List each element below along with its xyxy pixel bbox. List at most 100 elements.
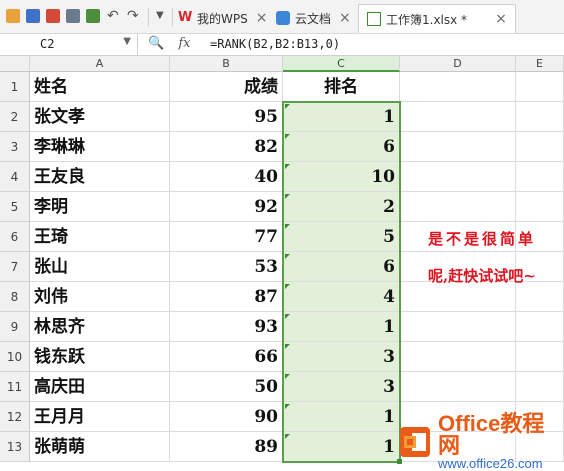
row-header[interactable]: 8 xyxy=(0,282,30,312)
row-header[interactable]: 7 xyxy=(0,252,30,282)
cell-name[interactable]: 张文孝 xyxy=(30,102,170,132)
cell-rank[interactable]: 3 xyxy=(283,372,400,402)
close-icon[interactable]: × xyxy=(495,11,507,27)
cell-rank[interactable]: 1 xyxy=(283,312,400,342)
cell-name[interactable]: 李琳琳 xyxy=(30,132,170,162)
cell-name[interactable]: 钱东跃 xyxy=(30,342,170,372)
cell-empty[interactable] xyxy=(516,342,564,372)
undo-icon[interactable]: ↶ xyxy=(107,9,121,23)
cell-name[interactable]: 高庆田 xyxy=(30,372,170,402)
cell-score[interactable]: 77 xyxy=(170,222,283,252)
row-header[interactable]: 11 xyxy=(0,372,30,402)
column-header-d[interactable]: D xyxy=(400,56,516,72)
cell-empty[interactable] xyxy=(516,282,564,312)
row-header[interactable]: 3 xyxy=(0,132,30,162)
chevron-down-icon[interactable]: ▼ xyxy=(123,36,131,47)
row-header[interactable]: 9 xyxy=(0,312,30,342)
tab-my-wps[interactable]: W 我的WPS × xyxy=(178,4,267,32)
cell-rank[interactable]: 1 xyxy=(283,432,400,462)
cell-empty[interactable] xyxy=(400,282,516,312)
row-header[interactable]: 2 xyxy=(0,102,30,132)
row-header[interactable]: 1 xyxy=(0,72,30,102)
column-header-b[interactable]: B xyxy=(170,56,283,72)
cell-value: 95 xyxy=(254,107,278,127)
select-all-corner[interactable] xyxy=(0,56,30,72)
formula-bar: C2 ▼ 🔍 fx =RANK(B2,B2:B13,0) xyxy=(0,34,564,56)
cell-score[interactable]: 87 xyxy=(170,282,283,312)
cell-score[interactable]: 50 xyxy=(170,372,283,402)
cell-rank[interactable]: 6 xyxy=(283,132,400,162)
print-icon[interactable] xyxy=(66,9,80,23)
header-cell-rank[interactable]: 排名 xyxy=(283,72,400,102)
cell-rank[interactable]: 5 xyxy=(283,222,400,252)
zoom-icon[interactable]: 🔍 xyxy=(148,36,164,51)
row-header[interactable]: 13 xyxy=(0,432,30,462)
cell-score[interactable]: 93 xyxy=(170,312,283,342)
row-header[interactable]: 4 xyxy=(0,162,30,192)
formula-input[interactable]: =RANK(B2,B2:B13,0) xyxy=(210,37,340,51)
cell-score[interactable]: 66 xyxy=(170,342,283,372)
export-pdf-icon[interactable] xyxy=(46,9,60,23)
cell-rank[interactable]: 1 xyxy=(283,102,400,132)
cell-score[interactable]: 40 xyxy=(170,162,283,192)
cell-score[interactable]: 90 xyxy=(170,402,283,432)
header-cell-name[interactable]: 姓名 xyxy=(30,72,170,102)
redo-icon[interactable]: ↷ xyxy=(127,9,141,23)
cell-score[interactable]: 82 xyxy=(170,132,283,162)
cell-empty[interactable] xyxy=(400,72,516,102)
cell-empty[interactable] xyxy=(400,192,516,222)
cell-name[interactable]: 王友良 xyxy=(30,162,170,192)
cell-score[interactable]: 89 xyxy=(170,432,283,462)
cell-empty[interactable] xyxy=(400,312,516,342)
row-header[interactable]: 6 xyxy=(0,222,30,252)
cell-empty[interactable] xyxy=(516,72,564,102)
fx-icon[interactable]: fx xyxy=(178,36,190,51)
cell-empty[interactable] xyxy=(516,192,564,222)
cell-empty[interactable] xyxy=(516,102,564,132)
cell-name[interactable]: 张山 xyxy=(30,252,170,282)
tab-cloud-doc[interactable]: 云文档 × xyxy=(276,4,351,32)
column-header-a[interactable]: A xyxy=(30,56,170,72)
cell-name[interactable]: 王月月 xyxy=(30,402,170,432)
header-cell-score[interactable]: 成绩 xyxy=(170,72,283,102)
cell-score[interactable]: 53 xyxy=(170,252,283,282)
column-header-c[interactable]: C xyxy=(283,56,400,72)
close-icon[interactable]: × xyxy=(256,10,268,26)
cell-rank[interactable]: 6 xyxy=(283,252,400,282)
chevron-down-icon[interactable]: ▼ xyxy=(156,9,170,23)
cell-rank[interactable]: 10 xyxy=(283,162,400,192)
row-header[interactable]: 10 xyxy=(0,342,30,372)
cell-score[interactable]: 92 xyxy=(170,192,283,222)
cell-name[interactable]: 李明 xyxy=(30,192,170,222)
cell-rank[interactable]: 1 xyxy=(283,402,400,432)
save-icon[interactable] xyxy=(26,9,40,23)
cell-empty[interactable] xyxy=(400,162,516,192)
app-menu-icon[interactable] xyxy=(6,9,20,23)
cell-empty[interactable] xyxy=(400,342,516,372)
close-icon[interactable]: × xyxy=(339,10,351,26)
print-preview-icon[interactable] xyxy=(86,9,100,23)
cell-value: 3 xyxy=(383,347,395,367)
cell-empty[interactable] xyxy=(516,312,564,342)
column-header-e[interactable]: E xyxy=(516,56,564,72)
cell-name[interactable]: 刘伟 xyxy=(30,282,170,312)
row-header[interactable]: 12 xyxy=(0,402,30,432)
cell-empty[interactable] xyxy=(400,372,516,402)
cell-value: 李明 xyxy=(34,197,68,217)
cell-empty[interactable] xyxy=(516,372,564,402)
tab-workbook[interactable]: 工作簿1.xlsx * × xyxy=(358,4,516,33)
cell-rank[interactable]: 2 xyxy=(283,192,400,222)
cell-name[interactable]: 张萌萌 xyxy=(30,432,170,462)
name-box[interactable]: C2 ▼ xyxy=(0,34,138,55)
cell-empty[interactable] xyxy=(400,132,516,162)
cell-score[interactable]: 95 xyxy=(170,102,283,132)
cell-name[interactable]: 林思齐 xyxy=(30,312,170,342)
cell-rank[interactable]: 4 xyxy=(283,282,400,312)
row-header[interactable]: 5 xyxy=(0,192,30,222)
cell-empty[interactable] xyxy=(516,132,564,162)
cell-name[interactable]: 王琦 xyxy=(30,222,170,252)
cell-value: 10 xyxy=(371,167,395,187)
cell-empty[interactable] xyxy=(516,162,564,192)
cell-rank[interactable]: 3 xyxy=(283,342,400,372)
cell-empty[interactable] xyxy=(400,102,516,132)
